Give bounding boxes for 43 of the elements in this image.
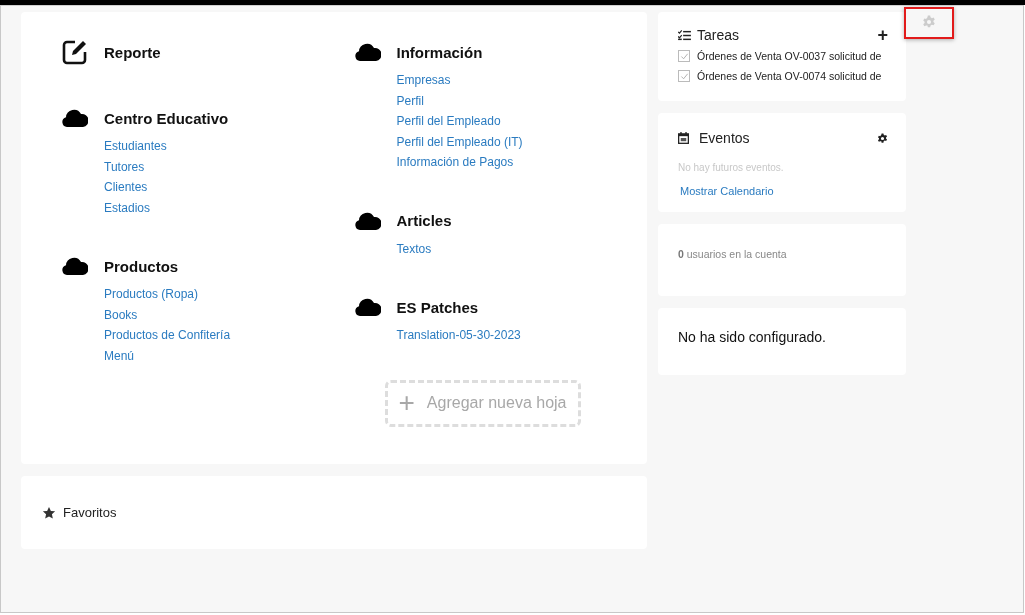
tasks-title: Tareas — [697, 27, 741, 43]
section-title: Productos — [104, 257, 179, 275]
section-link[interactable]: Estudiantes — [104, 136, 167, 157]
section-title: Reporte — [104, 43, 161, 61]
task-text[interactable]: Órdenes de Venta OV-0074 solicitud de — [697, 70, 882, 82]
cloud-icon — [354, 298, 381, 316]
calendar-link[interactable]: Mostrar Calendario — [680, 185, 774, 197]
section-link[interactable]: Productos de Confitería — [104, 325, 231, 346]
section-link[interactable]: Perfil del Empleado — [396, 111, 501, 132]
section-title: Centro Educativo — [104, 109, 229, 127]
cloud-icon — [354, 211, 381, 230]
section-link[interactable]: Clientes — [104, 177, 148, 198]
section-link[interactable]: Tutores — [104, 156, 145, 177]
star-icon — [42, 505, 56, 520]
section-link[interactable]: Perfil del Empleado (IT) — [396, 131, 523, 152]
section-link[interactable]: Información de Pagos — [396, 152, 514, 173]
checklist-icon — [678, 29, 691, 41]
cloud-icon — [354, 43, 381, 61]
task-checkbox[interactable] — [678, 70, 690, 82]
users-count-text: 0 usuarios en la cuenta — [678, 248, 787, 260]
favorites-title: Favoritos — [63, 505, 117, 520]
section-title: Articles — [396, 212, 452, 229]
task-text[interactable]: Órdenes de Venta OV-0037 solicitud de — [697, 50, 882, 62]
add-task-button[interactable]: + — [877, 26, 888, 44]
section-link[interactable]: Translation-05-30-2023 — [396, 325, 521, 346]
section-link[interactable]: Empresas — [396, 70, 451, 91]
section-title: Información — [396, 43, 483, 61]
add-sheet-button[interactable]: + Agregar nueva hoja — [384, 379, 581, 427]
config-text: No ha sido configurado. — [678, 329, 826, 345]
cloud-icon — [62, 257, 88, 275]
settings-icon[interactable] — [877, 132, 888, 144]
section-link[interactable]: Menú — [104, 345, 135, 366]
events-title: Eventos — [699, 130, 751, 146]
section-link[interactable]: Perfil — [396, 90, 424, 111]
edit-icon — [62, 39, 88, 65]
section-title: ES Patches — [396, 298, 479, 316]
task-checkbox[interactable] — [678, 50, 690, 62]
calendar-icon — [678, 132, 689, 144]
section-link[interactable]: Estadios — [104, 197, 151, 218]
section-link[interactable]: Books — [104, 304, 138, 325]
section-link[interactable]: Productos (Ropa) — [104, 284, 199, 305]
section-link[interactable]: Textos — [396, 238, 432, 259]
cloud-icon — [62, 109, 88, 127]
